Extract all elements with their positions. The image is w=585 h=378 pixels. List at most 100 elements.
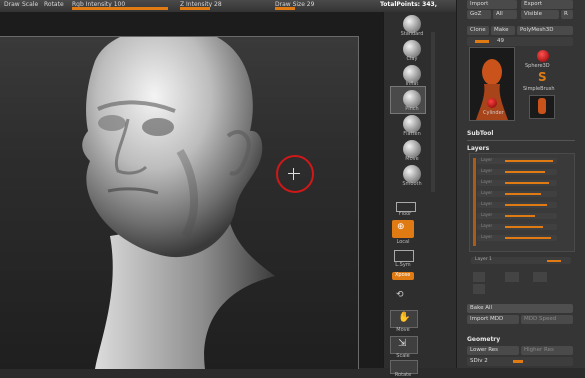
sculpt-head-model	[82, 37, 275, 369]
cylinder-thumb[interactable]	[487, 98, 497, 108]
xpose-label: Xpose	[395, 272, 411, 278]
brush-smooth-label: Smooth	[402, 181, 422, 187]
scale-tool-icon: ⇲	[398, 338, 407, 349]
sdiv-fill	[513, 360, 523, 363]
layer-row[interactable]: Layer	[477, 212, 557, 219]
layer-down-button[interactable]	[533, 272, 547, 282]
local-button[interactable]: ⊕	[392, 220, 414, 238]
move-tool-icon: ✋	[398, 312, 411, 323]
layer-strength	[505, 237, 551, 239]
brush-pinch-label: Pinch	[405, 106, 419, 112]
goz-button[interactable]: GoZ	[467, 10, 491, 19]
r-button[interactable]: R	[561, 10, 573, 19]
document-canvas[interactable]	[0, 36, 359, 369]
layer-row[interactable]: Layer	[477, 168, 557, 175]
layer-delete-button[interactable]	[473, 284, 485, 294]
clone-button[interactable]: Clone	[467, 26, 489, 35]
layer-1-fill	[547, 260, 561, 262]
xpose-button[interactable]: Xpose	[392, 272, 414, 280]
geometry-header[interactable]: Geometry	[467, 336, 500, 343]
layer-strength	[505, 215, 535, 217]
layer-row[interactable]: Layer	[477, 157, 557, 164]
brush-flatten-label: Flatten	[403, 131, 421, 137]
zoom-value: 49	[497, 38, 504, 44]
rgb-intensity-fill	[72, 7, 168, 10]
draw-mode-button[interactable]: Draw	[4, 1, 20, 8]
layer-name: Layer	[481, 234, 493, 239]
layer-name: Layer	[481, 201, 493, 206]
layer-name: Layer	[481, 179, 493, 184]
brush-cursor-ring	[276, 155, 314, 193]
layer-strength	[505, 226, 543, 228]
layer-strength	[505, 160, 553, 162]
brush-clay-label: Clay	[406, 56, 418, 62]
brush-standard-label: Standard	[400, 31, 424, 37]
scale-tool-button[interactable]: ⇲	[390, 336, 418, 354]
layer-controls	[471, 270, 571, 296]
scale-tool-label: Scale	[396, 353, 410, 359]
layer-name: Layer	[481, 223, 493, 228]
layer-row[interactable]: Layer	[477, 190, 557, 197]
frame-icon[interactable]: ⟲	[396, 290, 408, 300]
lower-res-button[interactable]: Lower Res	[467, 346, 519, 355]
polymesh3d-button[interactable]: PolyMesh3D	[517, 26, 573, 35]
brush-move-label: Move	[405, 156, 419, 162]
sdiv-label: SDiv 2	[470, 358, 488, 364]
layer-row[interactable]: Layer	[477, 223, 557, 230]
move-tool-label: Move	[396, 327, 410, 333]
layer-name: Layer	[481, 212, 493, 217]
subtool-divider	[467, 140, 575, 141]
sdiv-slider[interactable]: SDiv 2	[467, 357, 573, 366]
total-points: TotalPoints: 343,	[380, 1, 437, 8]
all-button[interactable]: All	[493, 10, 517, 19]
export-button[interactable]: Export	[521, 0, 573, 9]
draw-size-fill	[275, 7, 295, 10]
sphere3d-label: Sphere3D	[525, 63, 550, 69]
layer-row[interactable]: Layer	[477, 201, 557, 208]
simplebrush-icon[interactable]: S	[538, 70, 547, 84]
zoom-slider[interactable]: 49	[467, 37, 573, 46]
mdd-speed-slider[interactable]: MDD Speed	[521, 315, 573, 324]
simplebrush-label: SimpleBrush	[523, 86, 555, 92]
layer-row[interactable]: Layer	[477, 234, 557, 241]
layer-row[interactable]: Layer	[477, 179, 557, 186]
crosshair-h	[288, 173, 300, 174]
layers-header[interactable]: Layers	[467, 145, 489, 152]
layer-name: Layer	[481, 157, 493, 162]
sphere3d-thumb[interactable]	[537, 50, 549, 62]
lsym-icon[interactable]	[394, 250, 414, 262]
layer-1-slider[interactable]: Layer 1	[471, 257, 571, 264]
layer-strength	[505, 204, 547, 206]
layers-scrollbar[interactable]	[473, 158, 476, 246]
tool-palette: Import Export GoZ All Visible R Clone Ma…	[456, 0, 585, 368]
bake-all-button[interactable]: Bake All	[467, 304, 573, 313]
visible-button[interactable]: Visible	[521, 10, 559, 19]
make-button[interactable]: Make	[491, 26, 515, 35]
layer-name: Layer	[481, 190, 493, 195]
shelf-scrollbar[interactable]	[431, 32, 435, 192]
lsym-label: L.Sym	[395, 262, 411, 268]
local-label: Local	[396, 239, 410, 245]
secondary-thumb-figure	[538, 98, 546, 114]
layer-strength	[505, 193, 541, 195]
local-icon: ⊕	[397, 222, 405, 232]
subtool-header[interactable]: SubTool	[467, 130, 493, 137]
rotate-tool-label: Rotate	[394, 372, 412, 378]
layer-up-button[interactable]	[505, 272, 519, 282]
right-shelf: Standard Clay Inflat Pinch Flatten Move …	[383, 12, 457, 378]
import-button[interactable]: Import	[467, 0, 517, 9]
layer-new-button[interactable]	[473, 272, 485, 282]
layer-strength	[505, 182, 549, 184]
secondary-thumb[interactable]	[529, 95, 555, 119]
layer-strength	[505, 171, 545, 173]
move-tool-button[interactable]: ✋	[390, 310, 418, 328]
layer-name: Layer	[481, 168, 493, 173]
rotate-mode-button[interactable]: Rotate	[44, 1, 64, 8]
zoom-fill	[475, 40, 489, 43]
z-intensity-fill	[180, 7, 210, 10]
higher-res-button[interactable]: Higher Res	[521, 346, 573, 355]
scale-mode-button[interactable]: Scale	[22, 1, 38, 8]
layer-1-label: Layer 1	[475, 257, 492, 262]
import-mdd-button[interactable]: Import MDD	[467, 315, 519, 324]
crosshair-v	[293, 168, 294, 180]
